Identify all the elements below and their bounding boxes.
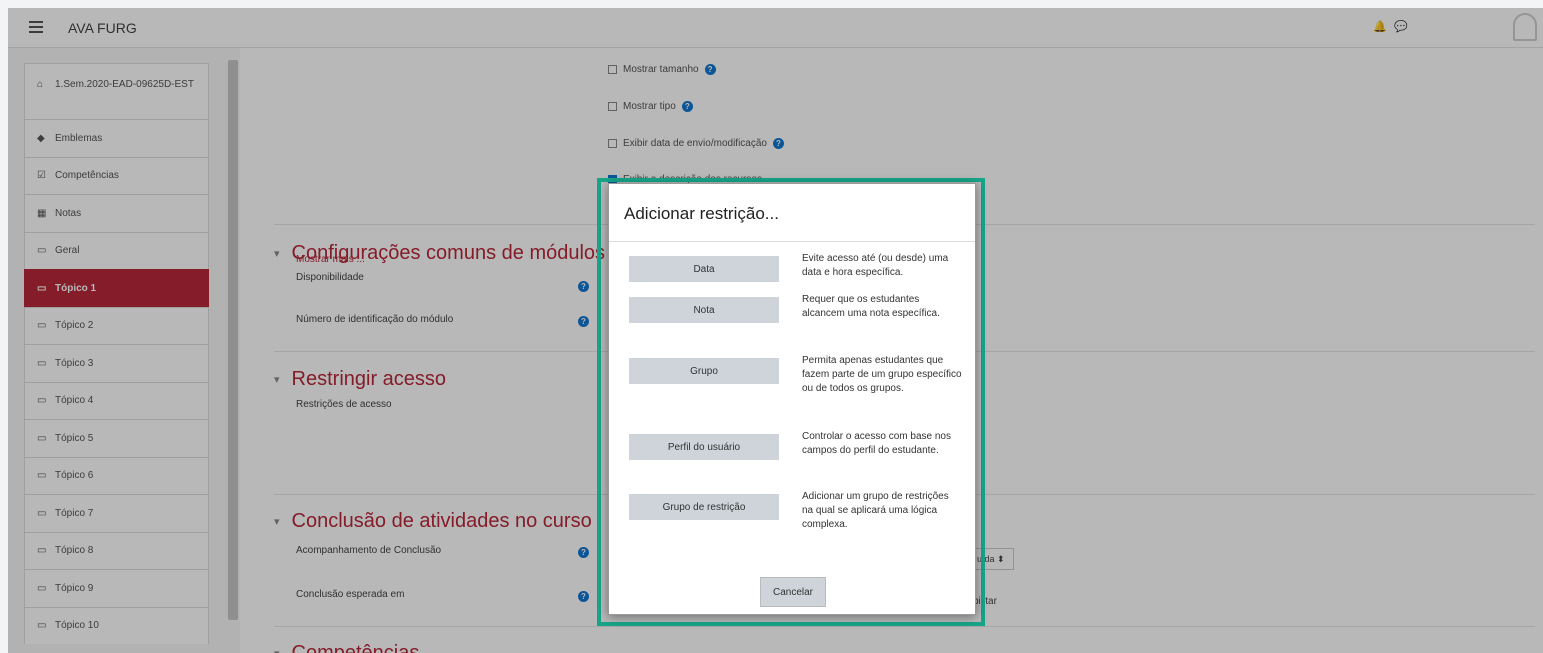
grade-restriction-button[interactable]: Nota	[629, 297, 779, 323]
date-restriction-description: Evite acesso até (ou desde) uma data e h…	[802, 253, 949, 278]
cancel-button[interactable]: Cancelar	[760, 577, 826, 607]
restriction-set-button[interactable]: Grupo de restrição	[629, 494, 779, 520]
add-restriction-dialog: Adicionar restrição... Data Evite acesso…	[608, 183, 976, 615]
grade-restriction-description: Requer que os estudantes alcancem uma no…	[802, 294, 940, 319]
date-restriction-button[interactable]: Data	[629, 256, 779, 282]
app-window: AVA FURG 🔔 💬 ⌂ 1.Sem.2020-EAD-09625D-EST ◆…	[8, 8, 1543, 653]
group-restriction-button[interactable]: Grupo	[629, 358, 779, 384]
dialog-title: Adicionar restrição...	[624, 204, 779, 223]
divider	[609, 241, 975, 242]
restriction-set-description: Adicionar um grupo de restrições na qual…	[802, 491, 949, 530]
group-restriction-description: Permita apenas estudantes que fazem part…	[802, 355, 962, 394]
profile-restriction-button[interactable]: Perfil do usuário	[629, 434, 779, 460]
profile-restriction-description: Controlar o acesso com base nos campos d…	[802, 431, 951, 456]
